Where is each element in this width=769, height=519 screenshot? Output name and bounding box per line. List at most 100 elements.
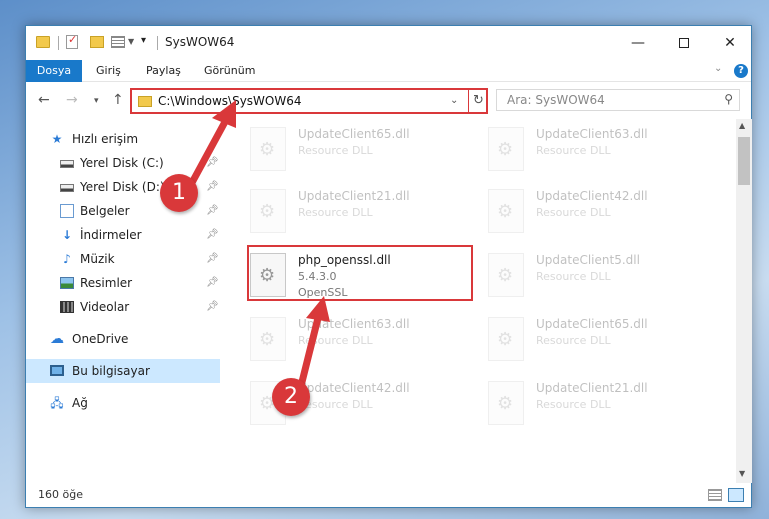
pin-icon[interactable]: 📌︎ xyxy=(206,199,219,223)
file-item[interactable]: UpdateClient65.dll Resource DLL xyxy=(248,121,478,177)
scrollbar-thumb[interactable] xyxy=(738,137,750,185)
file-name: UpdateClient42.dll xyxy=(298,381,410,395)
sidebar-item-quick-access[interactable]: ★ Hızlı erişim xyxy=(26,127,220,151)
new-folder-icon[interactable] xyxy=(90,36,104,48)
file-name: UpdateClient5.dll xyxy=(536,253,640,267)
sidebar-item-music[interactable]: ♪ Müzik 📌︎ xyxy=(26,247,220,271)
sidebar-item-label: Yerel Disk (C:) xyxy=(80,156,164,170)
star-icon: ★ xyxy=(51,132,63,146)
help-icon[interactable]: ? xyxy=(734,64,748,78)
sidebar-item-pictures[interactable]: Resimler 📌︎ xyxy=(26,271,220,295)
documents-icon xyxy=(60,204,74,218)
sidebar-item-label: Müzik xyxy=(80,252,115,266)
file-item[interactable]: UpdateClient65.dll Resource DLL xyxy=(486,311,716,367)
folder-icon[interactable] xyxy=(36,36,50,48)
drive-icon xyxy=(60,160,74,168)
file-name: UpdateClient42.dll xyxy=(536,189,648,203)
chevron-down-icon[interactable]: ⌄ xyxy=(450,95,458,106)
file-description: Resource DLL xyxy=(536,206,611,219)
scroll-down-icon[interactable]: ▼ xyxy=(739,469,745,478)
scroll-up-icon[interactable]: ▲ xyxy=(739,121,745,130)
file-name: UpdateClient21.dll xyxy=(298,189,410,203)
file-item[interactable]: UpdateClient21.dll Resource DLL xyxy=(486,375,716,431)
back-arrow-icon[interactable]: ← xyxy=(38,92,50,108)
chevron-down-icon[interactable]: ▼ xyxy=(128,37,134,46)
search-input[interactable]: Ara: SysWOW64 ⚲ xyxy=(496,89,740,111)
file-explorer-window: ▼ ▾ SysWOW64 — ✕ Dosya Giriş Paylaş Görü… xyxy=(25,25,752,508)
toolbar-divider xyxy=(58,36,59,50)
step-2-badge: 2 xyxy=(272,378,310,416)
pin-icon[interactable]: 📌︎ xyxy=(206,223,219,247)
item-count: 160 öğe xyxy=(38,488,83,501)
dll-file-icon xyxy=(488,253,524,297)
navigation-pane: ★ Hızlı erişim Yerel Disk (C:) 📌︎ Yerel … xyxy=(26,119,220,483)
customize-toolbar-icon[interactable]: ▾ xyxy=(141,35,146,46)
up-arrow-icon[interactable]: ↑ xyxy=(112,92,124,108)
address-path[interactable]: C:\Windows\SysWOW64 xyxy=(158,94,302,108)
network-icon: 🖧︎ xyxy=(50,396,64,410)
pin-icon[interactable]: 📌︎ xyxy=(206,247,219,271)
close-button[interactable]: ✕ xyxy=(707,26,753,60)
file-list: UpdateClient65.dll Resource DLL UpdateCl… xyxy=(244,119,734,483)
onedrive-icon: ☁ xyxy=(50,331,64,347)
sidebar-item-network[interactable]: 🖧︎ Ağ xyxy=(26,391,220,415)
address-bar[interactable]: C:\Windows\SysWOW64 ⌄ ↻ xyxy=(130,88,488,114)
downloads-icon: ↓ xyxy=(61,228,73,242)
pin-icon[interactable]: 📌︎ xyxy=(206,295,219,319)
file-description: Resource DLL xyxy=(536,334,611,347)
drive-icon xyxy=(60,184,74,192)
status-bar: 160 öğe xyxy=(26,483,751,508)
sidebar-item-downloads[interactable]: ↓ İndirmeler 📌︎ xyxy=(26,223,220,247)
maximize-button[interactable] xyxy=(661,26,707,60)
file-item[interactable]: UpdateClient42.dll Resource DLL xyxy=(486,183,716,239)
title-divider xyxy=(157,36,158,50)
tab-view[interactable]: Görünüm xyxy=(204,60,255,82)
file-name: UpdateClient65.dll xyxy=(536,317,648,331)
file-description: Resource DLL xyxy=(298,144,373,157)
file-description: Resource DLL xyxy=(536,144,611,157)
sidebar-item-label: Videolar xyxy=(80,300,130,314)
sidebar-item-label: İndirmeler xyxy=(80,228,142,242)
file-item[interactable]: UpdateClient63.dll Resource DLL xyxy=(248,311,478,367)
dll-file-icon xyxy=(250,189,286,233)
large-icons-view-icon[interactable] xyxy=(728,488,744,502)
pin-icon[interactable]: 📌︎ xyxy=(206,271,219,295)
view-list-icon[interactable] xyxy=(111,36,125,48)
sidebar-item-local-disk-c[interactable]: Yerel Disk (C:) 📌︎ xyxy=(26,151,220,175)
pin-icon[interactable]: 📌︎ xyxy=(206,175,219,199)
title-bar: ▼ ▾ SysWOW64 — ✕ xyxy=(26,26,751,60)
file-item[interactable]: UpdateClient5.dll Resource DLL xyxy=(486,247,716,303)
file-name: UpdateClient21.dll xyxy=(536,381,648,395)
sidebar-item-onedrive[interactable]: ☁ OneDrive xyxy=(26,327,220,351)
dll-file-icon xyxy=(250,317,286,361)
file-description: Resource DLL xyxy=(298,206,373,219)
pictures-icon xyxy=(60,277,74,289)
tab-home[interactable]: Giriş xyxy=(96,60,121,82)
expand-ribbon-icon[interactable]: ⌄ xyxy=(714,63,722,74)
properties-icon[interactable] xyxy=(66,33,78,49)
window-title: SysWOW64 xyxy=(165,35,235,49)
sidebar-item-label: OneDrive xyxy=(72,332,129,346)
minimize-button[interactable]: — xyxy=(615,26,661,60)
search-icon[interactable]: ⚲ xyxy=(724,92,733,106)
pin-icon[interactable]: 📌︎ xyxy=(206,151,219,175)
sidebar-item-this-pc[interactable]: Bu bilgisayar xyxy=(26,359,220,383)
file-item[interactable]: UpdateClient21.dll Resource DLL xyxy=(248,183,478,239)
recent-locations-icon[interactable]: ▾ xyxy=(94,96,99,106)
sidebar-item-label: Bu bilgisayar xyxy=(72,364,150,378)
tab-file[interactable]: Dosya xyxy=(26,60,82,82)
refresh-icon[interactable]: ↻ xyxy=(468,90,488,112)
tab-share[interactable]: Paylaş xyxy=(146,60,181,82)
music-icon: ♪ xyxy=(63,252,71,266)
forward-arrow-icon[interactable]: → xyxy=(66,92,78,108)
this-pc-icon xyxy=(50,365,64,376)
sidebar-item-videos[interactable]: Videolar 📌︎ xyxy=(26,295,220,319)
file-item[interactable]: UpdateClient63.dll Resource DLL xyxy=(486,121,716,177)
folder-icon xyxy=(138,96,152,107)
details-view-icon[interactable] xyxy=(708,489,722,501)
dll-file-icon xyxy=(488,317,524,361)
sidebar-item-label: Ağ xyxy=(72,396,88,410)
vertical-scrollbar[interactable]: ▲ ▼ xyxy=(736,119,752,483)
file-name: UpdateClient63.dll xyxy=(536,127,648,141)
navigation-bar: ← → ▾ ↑ C:\Windows\SysWOW64 ⌄ ↻ Ara: Sys… xyxy=(26,83,751,119)
